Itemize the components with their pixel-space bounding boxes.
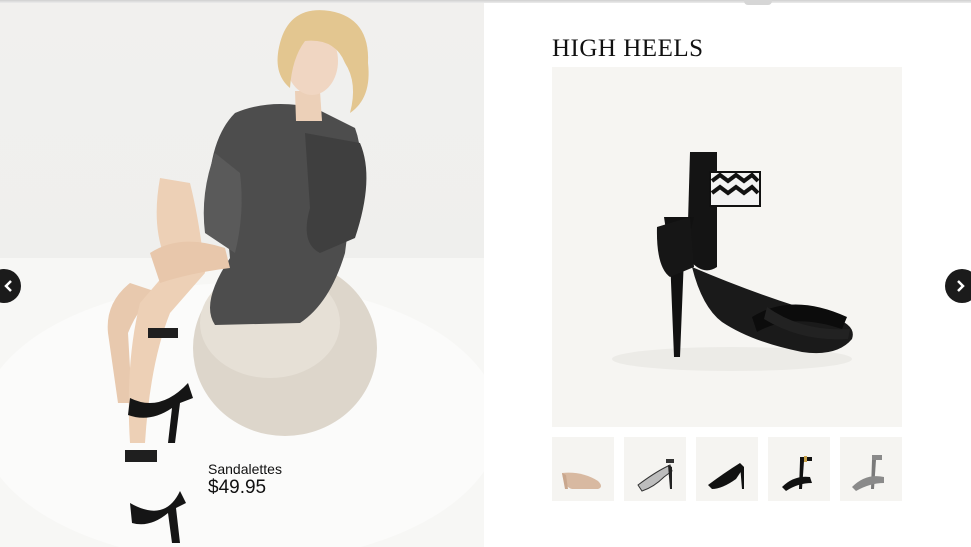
thumbnail-black-pump[interactable]	[696, 437, 758, 501]
thumbnail-grey-strap-sandal[interactable]	[840, 437, 902, 501]
thumbnail-nude-pump[interactable]	[552, 437, 614, 501]
chevron-right-icon	[957, 280, 965, 292]
product-price: $49.95	[208, 477, 267, 498]
black-pump-icon	[708, 463, 744, 489]
grey-strap-sandal-icon	[852, 455, 884, 491]
black-strap-sandal-icon	[782, 456, 812, 491]
thumbnail-black-strap-sandal[interactable]	[768, 437, 830, 501]
featured-product-image[interactable]	[552, 67, 902, 427]
thumbnail-strip	[552, 437, 902, 501]
top-tab-handle[interactable]	[744, 0, 772, 5]
category-title: HIGH HEELS	[552, 35, 704, 62]
thumbnail-snakeskin-heel[interactable]	[624, 437, 686, 501]
nude-pump-icon	[562, 472, 601, 489]
lookbook-photo: Sandalettes $49.95	[0, 3, 484, 547]
next-button[interactable]	[945, 269, 971, 303]
product-name[interactable]: Sandalettes	[208, 461, 282, 477]
snakeskin-heel-icon	[637, 459, 674, 492]
product-caption[interactable]: Sandalettes $49.95	[208, 461, 282, 499]
chevron-left-icon	[4, 280, 12, 292]
